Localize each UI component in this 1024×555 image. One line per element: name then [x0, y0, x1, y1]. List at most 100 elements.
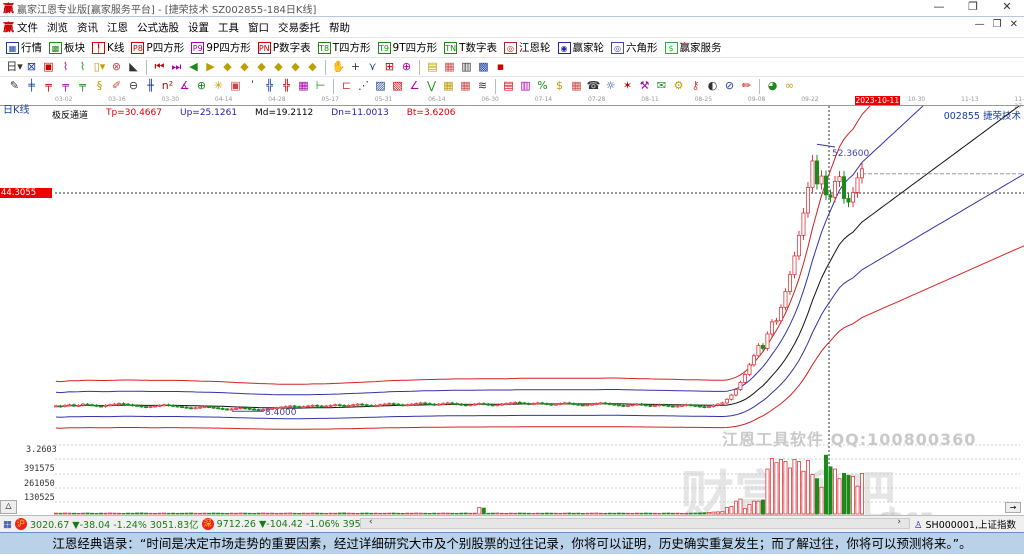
right-icon[interactable]: ▶ [202, 60, 219, 74]
toolbar-kline-button[interactable]: ╿ K线 [92, 40, 124, 55]
sh-index-quote[interactable]: 3020.67 ▼-38.04 -1.24% 3051.83亿 [30, 517, 199, 531]
eraser-icon[interactable]: ✐ [108, 79, 125, 93]
doc-icon[interactable]: ▣ [40, 60, 57, 74]
toolbar-winner-wheel-button[interactable]: ◉ 赢家轮 [557, 40, 604, 55]
calendar3-icon[interactable]: ▦ [568, 79, 585, 93]
chart2-icon[interactable]: ⌇ [74, 60, 91, 74]
clock-icon[interactable]: ⊘ [721, 79, 738, 93]
angle-icon[interactable]: ∡ [176, 79, 193, 93]
pencil2-icon[interactable]: ✏ [738, 79, 755, 93]
last-icon[interactable]: ⏭ [168, 60, 185, 74]
close-chart-icon[interactable]: ⊗ [108, 60, 125, 74]
tick-icon[interactable]: ʹ [244, 79, 261, 93]
mail-icon[interactable]: ✉ [653, 79, 670, 93]
toolbar-tn-button[interactable]: TN T数字表 [444, 40, 497, 55]
minimize-button[interactable]: — [922, 0, 956, 13]
menu-trade[interactable]: 交易委托 [278, 20, 320, 35]
first-icon[interactable]: ⏮ [151, 60, 168, 74]
pie-icon[interactable]: ◕ [764, 79, 781, 93]
stat-icon[interactable]: $ [551, 79, 568, 93]
crosshair-icon[interactable]: + [347, 60, 364, 74]
fan2-icon[interactable]: ╤ [57, 79, 74, 93]
candle-icon[interactable]: ▯▾ [91, 60, 108, 74]
menu-news[interactable]: 资讯 [77, 20, 98, 35]
toolbar-p8-button[interactable]: P8 P四方形 [131, 40, 184, 55]
expand-button[interactable]: → [1005, 502, 1021, 513]
toolbar-table-button[interactable]: ▦ 行情 [6, 40, 42, 55]
menu-help[interactable]: 帮助 [329, 20, 350, 35]
kline-chart[interactable]: 52.3600 8.4000 [0, 106, 1024, 515]
mdi-minimize-button[interactable]: — [975, 19, 985, 30]
collapse-button[interactable]: △ [0, 500, 17, 514]
key-icon[interactable]: ⚷ [687, 79, 704, 93]
gauge-icon[interactable]: ▥ [517, 79, 534, 93]
diamond-plus-icon[interactable]: ◆ [287, 60, 304, 74]
chart-icon[interactable]: ⌇ [57, 60, 74, 74]
table2-icon[interactable]: ▤ [500, 79, 517, 93]
pen-icon[interactable]: ✎ [6, 79, 23, 93]
sun-icon[interactable]: ☼ [602, 79, 619, 93]
toolbar-blocks-button[interactable]: ▩ 板块 [49, 40, 85, 55]
maximize-button[interactable]: ❐ [956, 0, 990, 13]
hbar-icon[interactable]: ⊢ [312, 79, 329, 93]
ray-icon[interactable]: ⋰ [355, 79, 372, 93]
toolbar-gann-wheel-button[interactable]: ◎ 江恩轮 [504, 40, 551, 55]
n2-icon[interactable]: n² [159, 79, 176, 93]
grid3-icon[interactable]: ▨ [372, 79, 389, 93]
diamond-up-icon[interactable]: ◆ [219, 60, 236, 74]
diamond-down-icon[interactable]: ◆ [236, 60, 253, 74]
draw-icon[interactable]: ⋎ [364, 60, 381, 74]
toolbar-t8-button[interactable]: T8 T四方形 [317, 40, 371, 55]
menu-gann[interactable]: 江恩 [107, 20, 128, 35]
red-grid-icon[interactable]: ╬ [261, 79, 278, 93]
angle2-icon[interactable]: ∠ [406, 79, 423, 93]
menu-window[interactable]: 窗口 [248, 20, 269, 35]
calendar-day-icon[interactable]: 日▾ [6, 60, 23, 74]
bars-icon[interactable]: ╫ [142, 79, 159, 93]
gann-lines-icon[interactable]: ╪ [23, 79, 40, 93]
phone-icon[interactable]: ☎ [585, 79, 602, 93]
toolbar-t9-button[interactable]: T9 9T四方形 [377, 40, 437, 55]
infinity-icon[interactable]: ∞ [781, 79, 798, 93]
calendar-icon[interactable]: ▤ [424, 60, 441, 74]
target-icon[interactable]: ⊕ [193, 79, 210, 93]
menu-tools[interactable]: 工具 [218, 20, 239, 35]
toolbar-pn-button[interactable]: PN P数字表 [257, 40, 311, 55]
menu-formula[interactable]: 公式选股 [137, 20, 179, 35]
coin-icon[interactable]: ◐ [704, 79, 721, 93]
pattern2-icon[interactable]: ▦ [440, 79, 457, 93]
mdi-close-button[interactable]: ✕ [1010, 19, 1018, 30]
zigzag-icon[interactable]: ⋁ [423, 79, 440, 93]
diamond-minus-icon[interactable]: ◆ [304, 60, 321, 74]
gift-icon[interactable]: ⊞ [381, 60, 398, 74]
toolbar-dollar-button[interactable]: $ 赢家服务 [664, 40, 722, 55]
percent-icon[interactable]: % [534, 79, 551, 93]
menu-file[interactable]: 文件 [17, 20, 38, 35]
diamond-right-icon[interactable]: ◆ [270, 60, 287, 74]
magnify-icon[interactable]: ⊕ [398, 60, 415, 74]
sz-index-quote[interactable]: 9712.26 ▼-104.42 -1.06% 3952.72 [217, 519, 382, 530]
spiral-icon[interactable]: § [91, 79, 108, 93]
flag-icon[interactable]: ◣ [125, 60, 142, 74]
toolbar-hexagon-button[interactable]: ◎ 六角形 [611, 40, 658, 55]
pattern-icon[interactable]: ⊠ [23, 60, 40, 74]
square-icon[interactable]: ▣ [227, 79, 244, 93]
box-grid-icon[interactable]: ▦ [295, 79, 312, 93]
toolbar-p9-button[interactable]: P9 9P四方形 [191, 40, 251, 55]
star-icon[interactable]: ✳ [210, 79, 227, 93]
fan-icon[interactable]: ╤ [40, 79, 57, 93]
menu-browse[interactable]: 浏览 [47, 20, 68, 35]
lines-icon[interactable]: ≋ [474, 79, 491, 93]
circle-icon[interactable]: ⊖ [125, 79, 142, 93]
book-icon[interactable]: ▥ [458, 60, 475, 74]
hand-icon[interactable]: ✋ [330, 60, 347, 74]
index-selector[interactable]: ♙ SH000001,上证指数 [914, 517, 1016, 531]
grid-icon-status[interactable]: ▦ [3, 519, 12, 530]
close-button[interactable]: ✕ [990, 0, 1024, 13]
save-icon[interactable]: ▩ [475, 60, 492, 74]
pattern3-icon[interactable]: ▦ [457, 79, 474, 93]
calculator-icon[interactable]: ▦ [441, 60, 458, 74]
horizontal-scrollbar[interactable]: ‹ › [360, 517, 910, 529]
mdi-restore-button[interactable]: ❐ [993, 19, 1002, 30]
gear-icon[interactable]: ⚙ [670, 79, 687, 93]
